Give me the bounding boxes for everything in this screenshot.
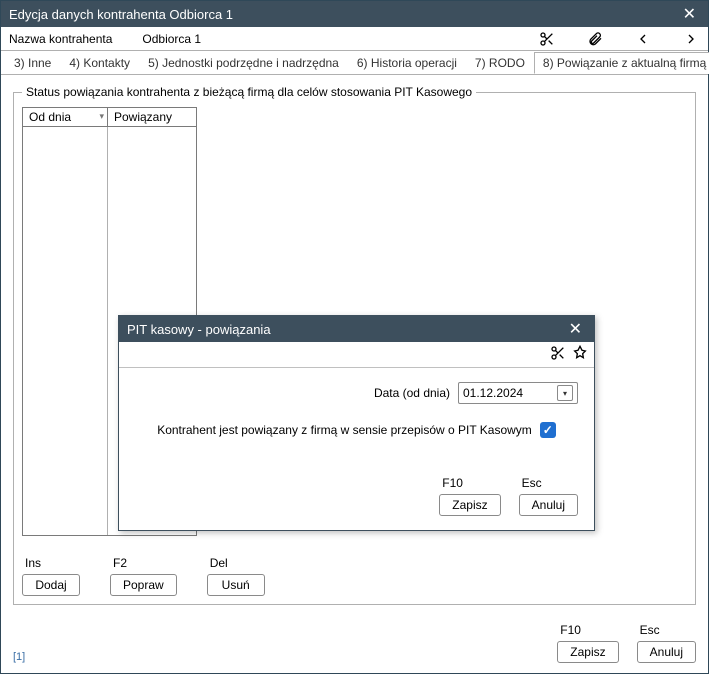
footer-cancel-button[interactable]: Anuluj bbox=[637, 641, 696, 663]
edit-button[interactable]: Popraw bbox=[110, 574, 177, 596]
footer-shortcut-esc: Esc bbox=[637, 623, 660, 637]
modal-shortcut-f10: F10 bbox=[439, 476, 463, 490]
date-label: Data (od dnia) bbox=[374, 386, 450, 400]
shortcut-ins: Ins bbox=[22, 556, 80, 570]
modal-footer: F10 Zapisz Esc Anuluj bbox=[119, 472, 594, 530]
checkbox-label: Kontrahent jest powiązany z firmą w sens… bbox=[157, 423, 532, 437]
delete-button[interactable]: Usuń bbox=[207, 574, 265, 596]
tab-7-rodo[interactable]: 7) RODO bbox=[466, 52, 534, 74]
tabstrip: 3) Inne 4) Kontakty 5) Jednostki podrzęd… bbox=[1, 51, 708, 75]
modal-scissors-icon[interactable] bbox=[550, 345, 566, 364]
shortcut-f2: F2 bbox=[110, 556, 177, 570]
fieldset-actions: Ins Dodaj F2 Popraw Del Usuń bbox=[22, 556, 265, 596]
record-counter: [1] bbox=[13, 651, 25, 663]
modal-close-icon[interactable]: ✕ bbox=[565, 319, 586, 339]
tab-5-jednostki[interactable]: 5) Jednostki podrzędne i nadrzędna bbox=[139, 52, 348, 74]
status-legend: Status powiązania kontrahenta z bieżącą … bbox=[22, 85, 476, 99]
footer-shortcut-f10: F10 bbox=[557, 623, 581, 637]
date-value: 01.12.2024 bbox=[463, 386, 523, 400]
checkbox-row: Kontrahent jest powiązany z firmą w sens… bbox=[135, 422, 578, 438]
grid-header: Od dnia ▾ Powiązany bbox=[23, 108, 196, 127]
main-window: Edycja danych kontrahenta Odbiorca 1 ✕ N… bbox=[0, 0, 709, 674]
date-input[interactable]: 01.12.2024 ▾ bbox=[458, 382, 578, 404]
paperclip-icon[interactable] bbox=[586, 30, 604, 48]
subheader: Nazwa kontrahenta Odbiorca 1 bbox=[1, 27, 708, 51]
tab-8-powiazanie[interactable]: 8) Powiązanie z aktualną firmą bbox=[534, 52, 709, 74]
linked-checkbox[interactable]: ✓ bbox=[540, 422, 556, 438]
add-button[interactable]: Dodaj bbox=[22, 574, 80, 596]
footer-save-button[interactable]: Zapisz bbox=[557, 641, 618, 663]
modal-pit-kasowy: PIT kasowy - powiązania ✕ Data (od dnia)… bbox=[118, 315, 595, 531]
modal-save-button[interactable]: Zapisz bbox=[439, 494, 500, 516]
shortcut-del: Del bbox=[207, 556, 265, 570]
modal-body: Data (od dnia) 01.12.2024 ▾ Kontrahent j… bbox=[119, 368, 594, 472]
modal-shortcut-esc: Esc bbox=[519, 476, 542, 490]
modal-cancel-button[interactable]: Anuluj bbox=[519, 494, 578, 516]
next-icon[interactable] bbox=[682, 30, 700, 48]
column-od-dnia[interactable]: Od dnia ▾ bbox=[23, 108, 108, 126]
tab-6-historia[interactable]: 6) Historia operacji bbox=[348, 52, 466, 74]
modal-titlebar: PIT kasowy - powiązania ✕ bbox=[119, 316, 594, 342]
date-row: Data (od dnia) 01.12.2024 ▾ bbox=[135, 382, 578, 404]
window-titlebar: Edycja danych kontrahenta Odbiorca 1 ✕ bbox=[1, 1, 708, 27]
scissors-icon[interactable] bbox=[538, 30, 556, 48]
filter-icon[interactable]: ▾ bbox=[99, 111, 104, 122]
contractor-name-value: Odbiorca 1 bbox=[142, 32, 201, 46]
date-dropdown-icon[interactable]: ▾ bbox=[557, 385, 573, 401]
close-icon[interactable]: ✕ bbox=[679, 4, 700, 24]
tab-4-kontakty[interactable]: 4) Kontakty bbox=[60, 52, 139, 74]
content-area: Status powiązania kontrahenta z bieżącą … bbox=[1, 75, 708, 617]
window-footer: [1] F10 Zapisz Esc Anuluj bbox=[1, 617, 708, 673]
modal-title: PIT kasowy - powiązania bbox=[127, 322, 565, 337]
prev-icon[interactable] bbox=[634, 30, 652, 48]
window-title: Edycja danych kontrahenta Odbiorca 1 bbox=[9, 7, 679, 22]
tab-3-inne[interactable]: 3) Inne bbox=[5, 52, 60, 74]
modal-toolbar bbox=[119, 342, 594, 368]
column-powiazany[interactable]: Powiązany bbox=[108, 108, 196, 126]
contractor-name-label: Nazwa kontrahenta bbox=[9, 32, 112, 46]
modal-pin-icon[interactable] bbox=[572, 345, 588, 364]
